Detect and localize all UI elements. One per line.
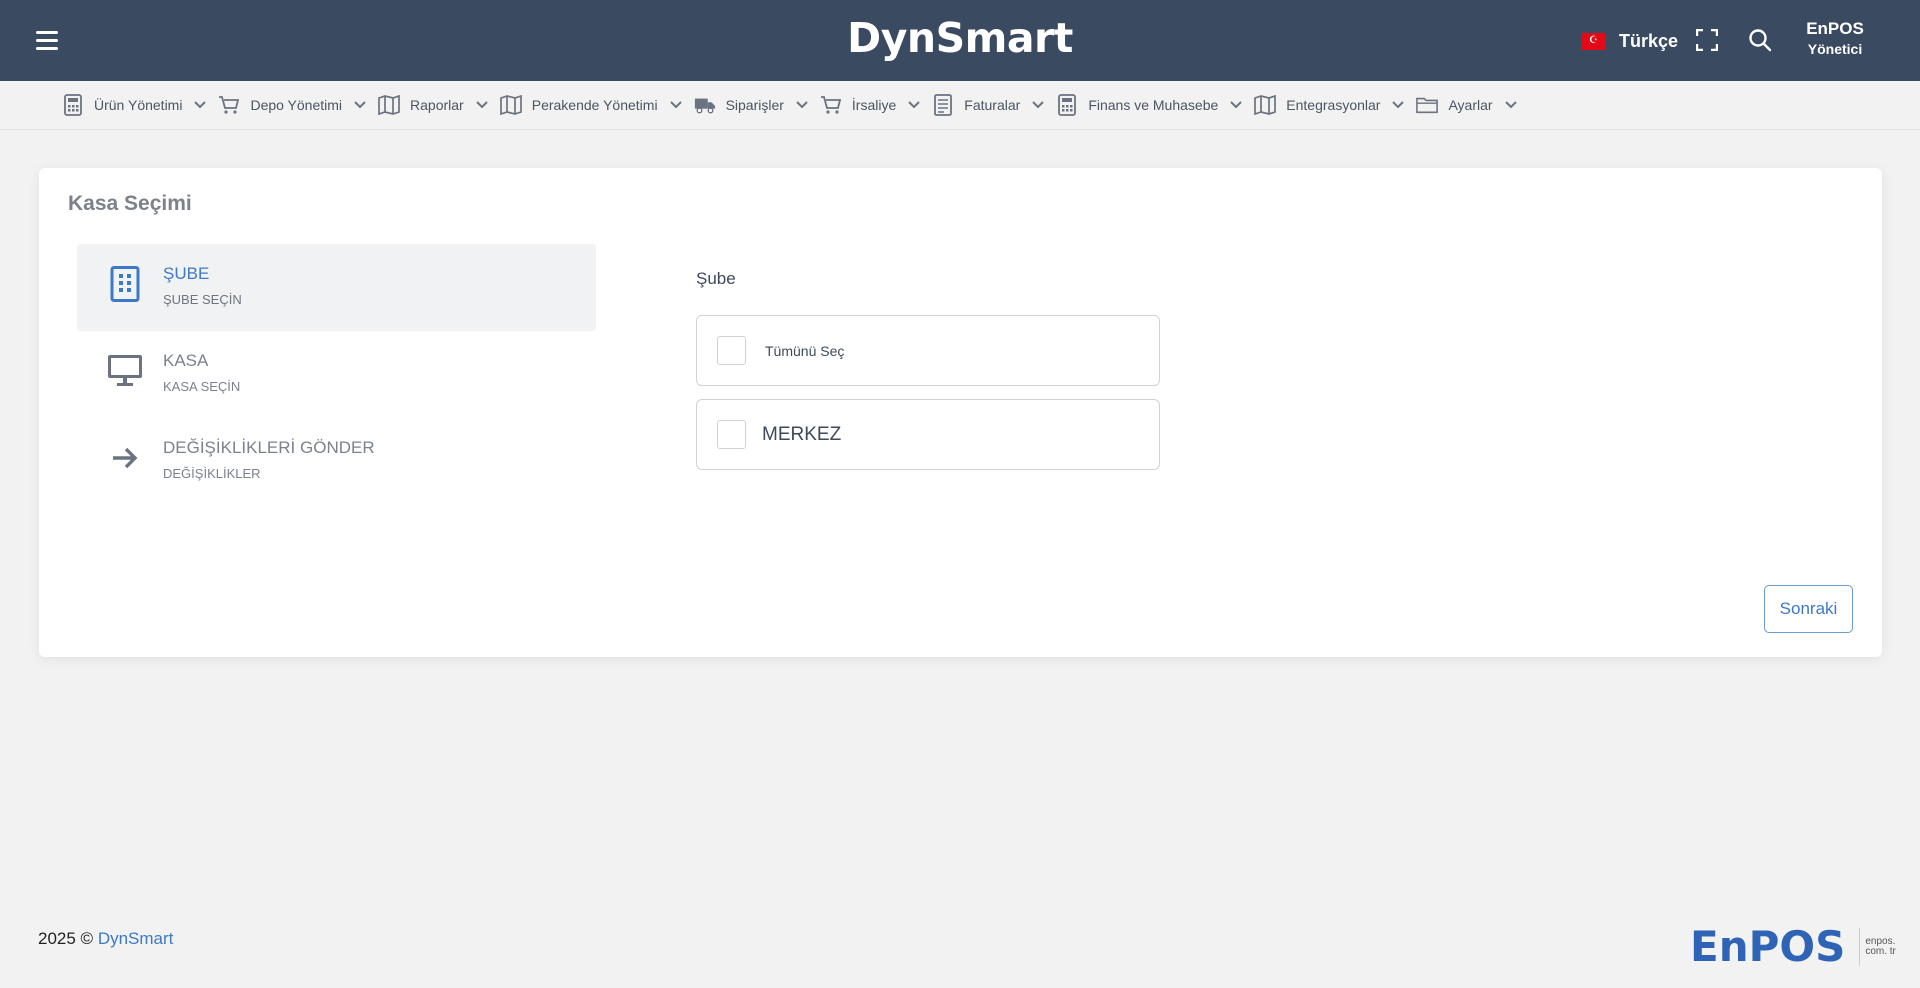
- chevron-down-icon: [1392, 99, 1405, 111]
- branch-option-merkez[interactable]: MERKEZ: [696, 399, 1160, 470]
- chevron-down-icon: [354, 99, 366, 111]
- step-subtitle: DEĞİŞİKLİKLER: [163, 466, 261, 481]
- step-sube[interactable]: ŞUBE ŞUBE SEÇİN: [77, 244, 596, 331]
- footer-copyright: 2025 © DynSmart: [38, 929, 173, 949]
- menu-item-finans-ve-muhasebe[interactable]: Finans ve Muhasebe: [1056, 81, 1242, 130]
- select-all-option[interactable]: Tümünü Seç: [696, 315, 1160, 386]
- step-title: KASA: [163, 351, 209, 370]
- folder-icon: [1416, 94, 1439, 116]
- step-title: ŞUBE: [163, 264, 210, 283]
- next-button[interactable]: Sonraki: [1764, 585, 1853, 633]
- merkez-checkbox[interactable]: [717, 420, 746, 449]
- step-title: DEĞİŞİKLİKLERİ GÖNDER: [163, 438, 375, 457]
- kasa-secimi-card: Kasa Seçimi ŞUBE ŞUBE SEÇİN KASA KASA SE…: [39, 168, 1882, 657]
- language-selector[interactable]: ☪ Türkçe: [1581, 26, 1678, 56]
- copyright-text: 2025 ©: [38, 929, 94, 948]
- top-header: DynSmart ☪ Türkçe EnPOS Yönetici: [0, 0, 1920, 81]
- dynsmart-link[interactable]: DynSmart: [98, 929, 174, 948]
- main-menu-bar: Ürün Yönetimi Depo Yönetimi Raporlar Per…: [0, 81, 1920, 130]
- menu-item-ayarlar[interactable]: Ayarlar: [1416, 81, 1517, 130]
- arrow-right-icon: [105, 438, 145, 478]
- menu-item-raporlar[interactable]: Raporlar: [378, 81, 488, 130]
- card-title: Kasa Seçimi: [68, 192, 192, 215]
- map-icon: [1254, 94, 1277, 116]
- chevron-down-icon: [1230, 99, 1242, 111]
- building-icon: [105, 264, 145, 304]
- step-subtitle: KASA SEÇİN: [163, 379, 241, 394]
- menu-item-urun-yonetimi[interactable]: Ürün Yönetimi: [62, 81, 207, 130]
- select-all-checkbox[interactable]: [717, 336, 746, 365]
- menu-item-entegrasyonlar[interactable]: Entegrasyonlar: [1254, 81, 1405, 130]
- fullscreen-icon[interactable]: [1695, 28, 1719, 52]
- turkey-flag-icon: ☪: [1581, 32, 1606, 50]
- calculator-icon: [1056, 94, 1078, 116]
- step-degisiklikleri-gonder[interactable]: DEĞİŞİKLİKLERİ GÖNDER DEĞİŞİKLİKLER: [77, 418, 596, 505]
- enpos-logo: EnPOS enpos. com. tr: [1690, 922, 1901, 971]
- user-role: Yönetici: [1807, 41, 1863, 57]
- user-name: EnPOS: [1806, 19, 1864, 38]
- menu-item-irsaliye[interactable]: İrsaliye: [820, 81, 920, 130]
- chevron-down-icon: [669, 99, 682, 111]
- cart-icon: [820, 94, 842, 116]
- menu-item-faturalar[interactable]: Faturalar: [932, 81, 1045, 130]
- calculator-icon: [62, 94, 84, 116]
- truck-icon: [694, 94, 716, 116]
- logo-text: EnPOS: [1690, 922, 1846, 971]
- chevron-down-icon: [1032, 99, 1045, 111]
- cart-icon: [218, 94, 240, 116]
- chevron-down-icon: [194, 99, 207, 111]
- wizard-steps: ŞUBE ŞUBE SEÇİN KASA KASA SEÇİN DEĞİŞİKL…: [77, 244, 596, 505]
- step-kasa[interactable]: KASA KASA SEÇİN: [77, 331, 596, 418]
- chevron-down-icon: [908, 99, 920, 111]
- language-label: Türkçe: [1619, 30, 1679, 51]
- select-all-label: Tümünü Seç: [765, 342, 845, 359]
- monitor-icon: [105, 351, 145, 391]
- chevron-down-icon: [796, 99, 808, 111]
- search-icon[interactable]: [1748, 28, 1772, 52]
- map-icon: [378, 94, 400, 116]
- chevron-down-icon: [476, 99, 488, 111]
- menu-item-siparisler[interactable]: Siparişler: [694, 81, 808, 130]
- user-menu[interactable]: EnPOS Yönetici: [1795, 18, 1875, 60]
- document-icon: [932, 94, 954, 116]
- menu-item-depo-yonetimi[interactable]: Depo Yönetimi: [218, 81, 366, 130]
- chevron-down-icon: [1504, 99, 1517, 111]
- sube-field-label: Şube: [696, 269, 736, 288]
- branch-option-label: MERKEZ: [762, 423, 842, 445]
- step-subtitle: ŞUBE SEÇİN: [163, 292, 242, 307]
- logo-divider: [1859, 927, 1861, 966]
- menu-item-perakende-yonetimi[interactable]: Perakende Yönetimi: [499, 81, 682, 130]
- map-icon: [499, 94, 522, 116]
- logo-domain: enpos. com. tr: [1865, 935, 1896, 957]
